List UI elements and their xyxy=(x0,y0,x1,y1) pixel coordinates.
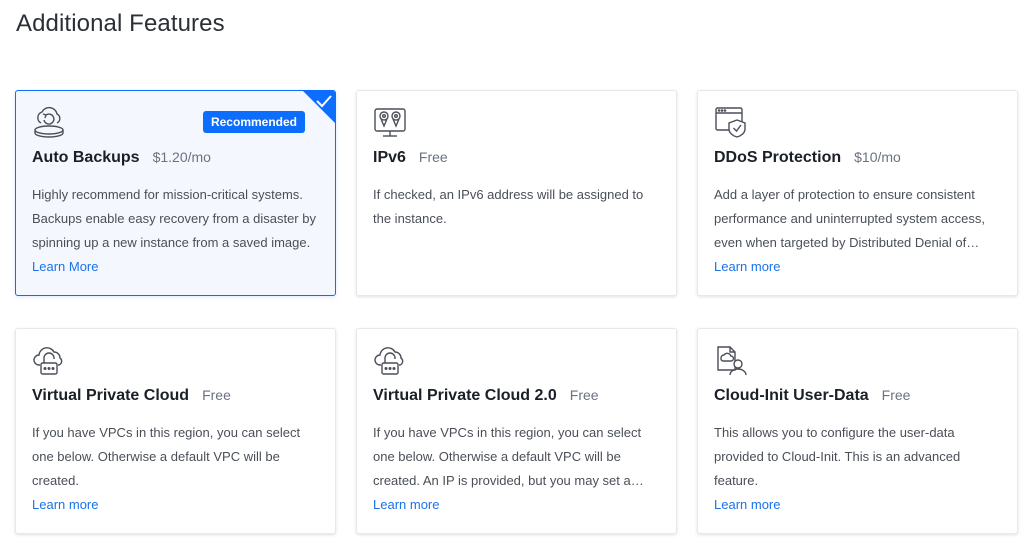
learn-more-link[interactable]: Learn more xyxy=(714,255,780,279)
learn-more-link[interactable]: Learn more xyxy=(373,493,439,517)
feature-name: IPv6 xyxy=(373,149,406,166)
page-title: Additional Features xyxy=(16,10,225,37)
cloud-lock-icon xyxy=(374,347,404,375)
features-grid: Recommended Auto Backups $1.20/mo Highly… xyxy=(15,90,1018,534)
feature-name: Virtual Private Cloud xyxy=(32,387,190,404)
feature-description: If checked, an IPv6 address will be assi… xyxy=(373,187,644,226)
feature-description: Add a layer of protection to ensure cons… xyxy=(714,187,985,250)
ipv6-location-icon xyxy=(374,108,406,137)
feature-price: Free xyxy=(418,149,448,165)
feature-price: Free xyxy=(202,387,231,403)
feature-name: Virtual Private Cloud 2.0 xyxy=(373,387,557,404)
feature-card-virtual-private-cloud[interactable]: Virtual Private Cloud Free If you have V… xyxy=(15,328,336,534)
recommended-badge: Recommended xyxy=(202,111,305,133)
feature-card-ddos-protection[interactable]: DDoS Protection $10/mo Add a layer of pr… xyxy=(697,90,1018,296)
cloud-backup-icon xyxy=(34,106,64,138)
feature-card-ipv6[interactable]: IPv6 Free If checked, an IPv6 address wi… xyxy=(356,90,677,296)
feature-description: If you have VPCs in this region, you can… xyxy=(32,425,301,488)
feature-name: Auto Backups xyxy=(32,149,140,166)
feature-description: If you have VPCs in this region, you can… xyxy=(373,425,642,488)
feature-name: DDoS Protection xyxy=(714,149,842,166)
learn-more-link[interactable]: Learn more xyxy=(32,493,98,517)
feature-description: This allows you to configure the user-da… xyxy=(714,425,961,488)
feature-name: Cloud-Init User-Data xyxy=(714,387,869,404)
cloud-lock-icon xyxy=(33,347,63,375)
feature-card-auto-backups[interactable]: Recommended Auto Backups $1.20/mo Highly… xyxy=(15,90,336,296)
feature-card-cloud-init-user-data[interactable]: Cloud-Init User-Data Free This allows yo… xyxy=(697,328,1018,534)
learn-more-link[interactable]: Learn more xyxy=(714,493,780,517)
feature-price: Free xyxy=(569,387,599,403)
shield-window-icon xyxy=(715,107,746,138)
feature-description: Highly recommend for mission-critical sy… xyxy=(32,187,316,250)
feature-card-virtual-private-cloud-2[interactable]: Virtual Private Cloud 2.0 Free If you ha… xyxy=(356,328,677,534)
feature-price: Free xyxy=(881,387,911,403)
learn-more-link[interactable]: Learn More xyxy=(32,255,98,279)
feature-price: $10/mo xyxy=(854,149,901,165)
user-data-icon xyxy=(717,346,747,376)
checkmark-corner-icon xyxy=(303,91,335,123)
feature-price: $1.20/mo xyxy=(152,149,211,165)
